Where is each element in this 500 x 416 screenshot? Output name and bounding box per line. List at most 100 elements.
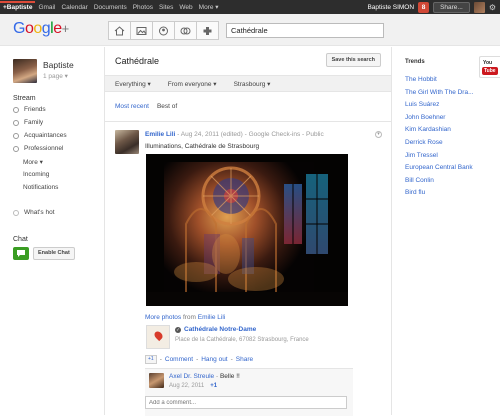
- notification-count-badge[interactable]: 8: [418, 1, 430, 13]
- search-input[interactable]: [226, 23, 384, 38]
- comment-date: Aug 22, 2011: [169, 383, 205, 389]
- more-photos-author-link[interactable]: Emilie Lili: [198, 314, 225, 321]
- games-icon[interactable]: [196, 21, 219, 40]
- commenter-name[interactable]: Axel Dr. Streule: [169, 373, 214, 380]
- profile-name[interactable]: Baptiste: [43, 60, 74, 70]
- top-nav-photos[interactable]: Photos: [130, 4, 156, 11]
- trend-link[interactable]: Luis Suárez: [405, 99, 474, 112]
- map-thumbnail[interactable]: [146, 325, 170, 349]
- circle-icon: [13, 106, 19, 113]
- filter-from-everyone[interactable]: From everyone ▾: [168, 80, 217, 88]
- filter-location[interactable]: Strasbourg ▾: [234, 80, 271, 88]
- sidebar-item-label: Professionnel: [24, 145, 64, 152]
- post-meta: - Aug 24, 2011 (edited) - Google Check-i…: [175, 131, 324, 138]
- main-stream: Cathédrale Save this search Everything ▾…: [104, 47, 392, 416]
- add-comment-input[interactable]: [145, 396, 347, 409]
- right-sidebar: Trends The Hobbit The Girl With The Dra.…: [393, 47, 500, 415]
- trend-link[interactable]: The Girl With The Dra...: [405, 87, 474, 100]
- more-photos-line: More photos from Emilie Lili: [145, 314, 225, 321]
- profile-avatar[interactable]: [13, 59, 37, 83]
- sidebar-item-friends[interactable]: Friends: [13, 106, 46, 113]
- sidebar-item-more[interactable]: More ▾: [23, 158, 43, 166]
- search-filter-bar: Everything ▾ From everyone ▾ Strasbourg …: [105, 75, 391, 92]
- place-name-row: ✓ Cathédrale Notre-Dame: [175, 326, 256, 333]
- sidebar-item-label: Friends: [24, 106, 46, 113]
- youtube-logo-tube: Tube: [482, 67, 498, 75]
- trend-link[interactable]: European Central Bank: [405, 162, 474, 175]
- share-button[interactable]: Share...: [433, 1, 470, 13]
- home-icon[interactable]: [108, 21, 131, 40]
- post-author-name[interactable]: Emilie Lili: [145, 131, 175, 138]
- google-plus-logo[interactable]: Google+: [13, 20, 69, 38]
- top-bar-user-area: Baptiste SIMON 8 Share... ⚙: [367, 1, 500, 13]
- chat-heading: Chat: [13, 236, 28, 243]
- trend-link[interactable]: Bird flu: [405, 187, 474, 200]
- top-nav-gmail[interactable]: Gmail: [35, 4, 58, 11]
- comment-link[interactable]: Comment: [165, 356, 193, 363]
- circles-icon[interactable]: [174, 21, 197, 40]
- post-author-avatar[interactable]: [115, 130, 139, 154]
- youtube-slider-tab[interactable]: You Tube: [479, 56, 500, 78]
- chat-bubble-icon: [13, 247, 29, 260]
- sidebar-item-notifications[interactable]: Notifications: [23, 184, 58, 191]
- sidebar-item-acquaintances[interactable]: Acquaintances: [13, 132, 67, 139]
- filter-everything[interactable]: Everything ▾: [115, 80, 151, 88]
- top-nav-calendar[interactable]: Calendar: [58, 4, 90, 11]
- profile-icon[interactable]: [152, 21, 175, 40]
- sidebar-item-label: Family: [24, 119, 44, 126]
- comment-plus-one-button[interactable]: +1: [210, 383, 217, 389]
- profile-pages-dropdown[interactable]: 1 page ▾: [43, 72, 68, 80]
- commenter-avatar[interactable]: [149, 373, 164, 388]
- place-address: Place de la Cathédrale, 67082 Strasbourg…: [175, 337, 309, 343]
- trend-link[interactable]: The Hobbit: [405, 74, 474, 87]
- comment-meta: Aug 22, 2011 +1: [169, 383, 217, 389]
- enable-chat-button[interactable]: Enable Chat: [33, 247, 75, 260]
- tab-best-of[interactable]: Best of: [157, 103, 177, 110]
- more-photos-link[interactable]: More photos: [145, 314, 181, 321]
- photos-icon[interactable]: [130, 21, 153, 40]
- hangout-link[interactable]: Hang out: [201, 356, 227, 363]
- post-text: Illuminations, Cathédrale de Strasbourg: [145, 143, 260, 150]
- trend-link[interactable]: John Boehner: [405, 112, 474, 125]
- trends-heading: Trends: [405, 59, 425, 65]
- top-nav-documents[interactable]: Documents: [91, 4, 130, 11]
- sidebar-item-family[interactable]: Family: [13, 119, 43, 126]
- post-header: Emilie Lili - Aug 24, 2011 (edited) - Go…: [145, 131, 324, 138]
- sidebar-item-whats-hot[interactable]: What's hot: [13, 209, 55, 216]
- trend-link[interactable]: Jim Tressel: [405, 150, 474, 163]
- circle-icon: [13, 119, 19, 126]
- top-nav-links: +Baptiste Gmail Calendar Documents Photo…: [0, 1, 222, 13]
- top-nav-more[interactable]: More ▾: [196, 3, 222, 11]
- circle-icon: [13, 132, 19, 139]
- place-name-link[interactable]: Cathédrale Notre-Dame: [184, 326, 256, 333]
- trend-link[interactable]: Derrick Rose: [405, 137, 474, 150]
- user-name[interactable]: Baptiste SIMON: [367, 4, 414, 11]
- comment-text: Belle !!: [219, 373, 240, 380]
- chevron-down-icon[interactable]: ▾: [375, 131, 382, 138]
- user-avatar[interactable]: [473, 1, 485, 13]
- sidebar-item-professionnel[interactable]: Professionnel: [13, 145, 63, 152]
- trend-link[interactable]: Kim Kardashian: [405, 124, 474, 137]
- stream-link[interactable]: Stream: [13, 95, 36, 102]
- plus-one-button[interactable]: +1: [145, 355, 157, 364]
- share-link[interactable]: Share: [236, 356, 253, 363]
- circle-icon: [13, 145, 19, 152]
- post-card: Emilie Lili - Aug 24, 2011 (edited) - Go…: [105, 121, 391, 416]
- sidebar-item-label: Acquaintances: [24, 132, 67, 139]
- main-nav-icons: [108, 21, 219, 40]
- top-nav-sites[interactable]: Sites: [156, 4, 176, 11]
- trend-link[interactable]: Bill Conlin: [405, 175, 474, 188]
- tab-most-recent[interactable]: Most recent: [115, 103, 149, 110]
- post-actions: +1 - Comment - Hang out - Share: [145, 355, 253, 364]
- save-search-button[interactable]: Save this search: [325, 53, 381, 67]
- checkin-icon: ✓: [175, 326, 181, 333]
- sidebar-item-incoming[interactable]: Incoming: [23, 171, 49, 178]
- top-nav-plus-baptiste[interactable]: +Baptiste: [0, 1, 36, 13]
- page-title: Cathédrale: [115, 56, 160, 66]
- gear-icon[interactable]: ⚙: [489, 3, 496, 12]
- top-navigation-bar: +Baptiste Gmail Calendar Documents Photo…: [0, 0, 500, 14]
- post-photo[interactable]: [146, 154, 348, 306]
- left-sidebar: Baptiste 1 page ▾ Stream Friends Family …: [0, 47, 103, 415]
- youtube-logo-you: You: [483, 60, 493, 66]
- top-nav-web[interactable]: Web: [176, 4, 195, 11]
